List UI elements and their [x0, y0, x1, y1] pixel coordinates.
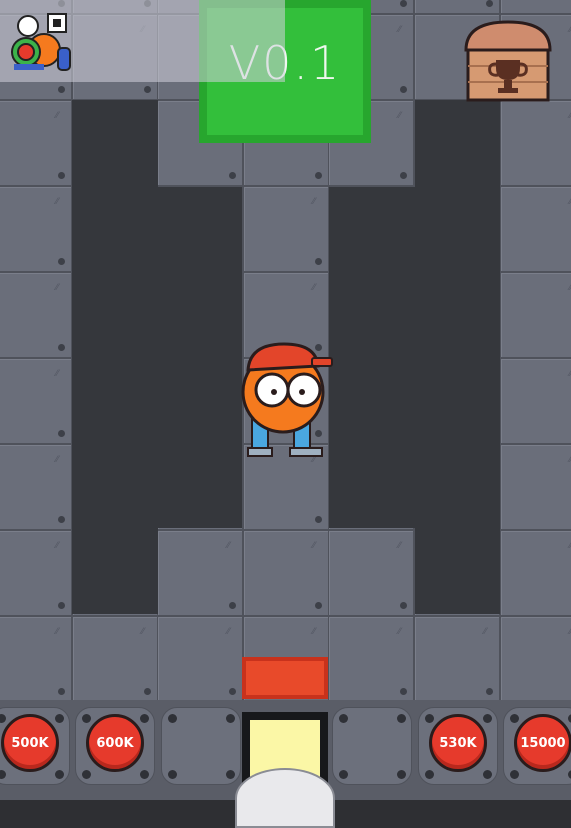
slot-bolt	[55, 770, 64, 779]
floor-tile	[499, 0, 571, 14]
floor-tile	[499, 616, 571, 702]
red-barrier-block	[242, 657, 328, 699]
pit-right	[415, 100, 500, 614]
slot-bolt	[397, 770, 406, 779]
floor-tile	[328, 616, 415, 702]
slot-bolt	[0, 714, 6, 723]
slot-bolt	[425, 770, 434, 779]
floor-tile	[0, 444, 72, 530]
pit-right-inner	[329, 187, 415, 528]
slot-bolt	[483, 770, 492, 779]
floor-tile	[157, 530, 244, 616]
shop-slot[interactable]	[161, 707, 241, 785]
player-character[interactable]	[238, 340, 338, 464]
slot-bolt	[55, 714, 64, 723]
trophy-chest-icon[interactable]	[460, 20, 556, 104]
slot-bolt	[339, 714, 348, 723]
slot-bolt	[140, 714, 149, 723]
floor-tile	[499, 530, 571, 616]
slot-bolt	[168, 714, 177, 723]
buy-item-button[interactable]: 530K	[429, 714, 487, 772]
pit-left	[72, 100, 158, 614]
slot-bolt	[82, 770, 91, 779]
floor-tile	[0, 358, 72, 444]
buy-item-button[interactable]: 15000	[514, 714, 571, 772]
shop-slot[interactable]	[332, 707, 412, 785]
floor-tile	[242, 530, 329, 616]
floor-tile	[499, 186, 571, 272]
game-stage: V0.1	[0, 0, 571, 828]
floor-tile	[414, 0, 500, 14]
buy-item-button[interactable]: 500K	[1, 714, 59, 772]
floor-tile	[0, 272, 72, 358]
floor-tile	[328, 530, 415, 616]
slot-bolt	[82, 714, 91, 723]
floor-tile	[0, 616, 72, 702]
pit-left-inner	[158, 187, 242, 528]
slot-bolt	[226, 714, 235, 723]
slot-bolt	[510, 770, 519, 779]
slot-bolt	[168, 770, 177, 779]
slot-bolt	[510, 714, 519, 723]
floor-tile	[0, 530, 72, 616]
slot-bolt	[226, 770, 235, 779]
floor-tile	[499, 358, 571, 444]
floor-tile	[71, 616, 158, 702]
slot-bolt	[339, 770, 348, 779]
floor-tile	[414, 616, 500, 702]
floor-tile	[0, 100, 72, 186]
floor-tile	[157, 616, 244, 702]
floor-tile	[499, 100, 571, 186]
buy-item-button[interactable]: 600K	[86, 714, 144, 772]
ghost-character-icon	[235, 768, 335, 828]
slot-bolt	[397, 714, 406, 723]
floor-tile	[499, 272, 571, 358]
slot-bolt	[0, 770, 6, 779]
floor-tile	[242, 186, 329, 272]
slot-bolt	[140, 770, 149, 779]
floor-tile	[499, 444, 571, 530]
slot-bolt	[425, 714, 434, 723]
game-logo-icon[interactable]	[8, 12, 74, 72]
floor-tile	[0, 186, 72, 272]
slot-bolt	[483, 714, 492, 723]
